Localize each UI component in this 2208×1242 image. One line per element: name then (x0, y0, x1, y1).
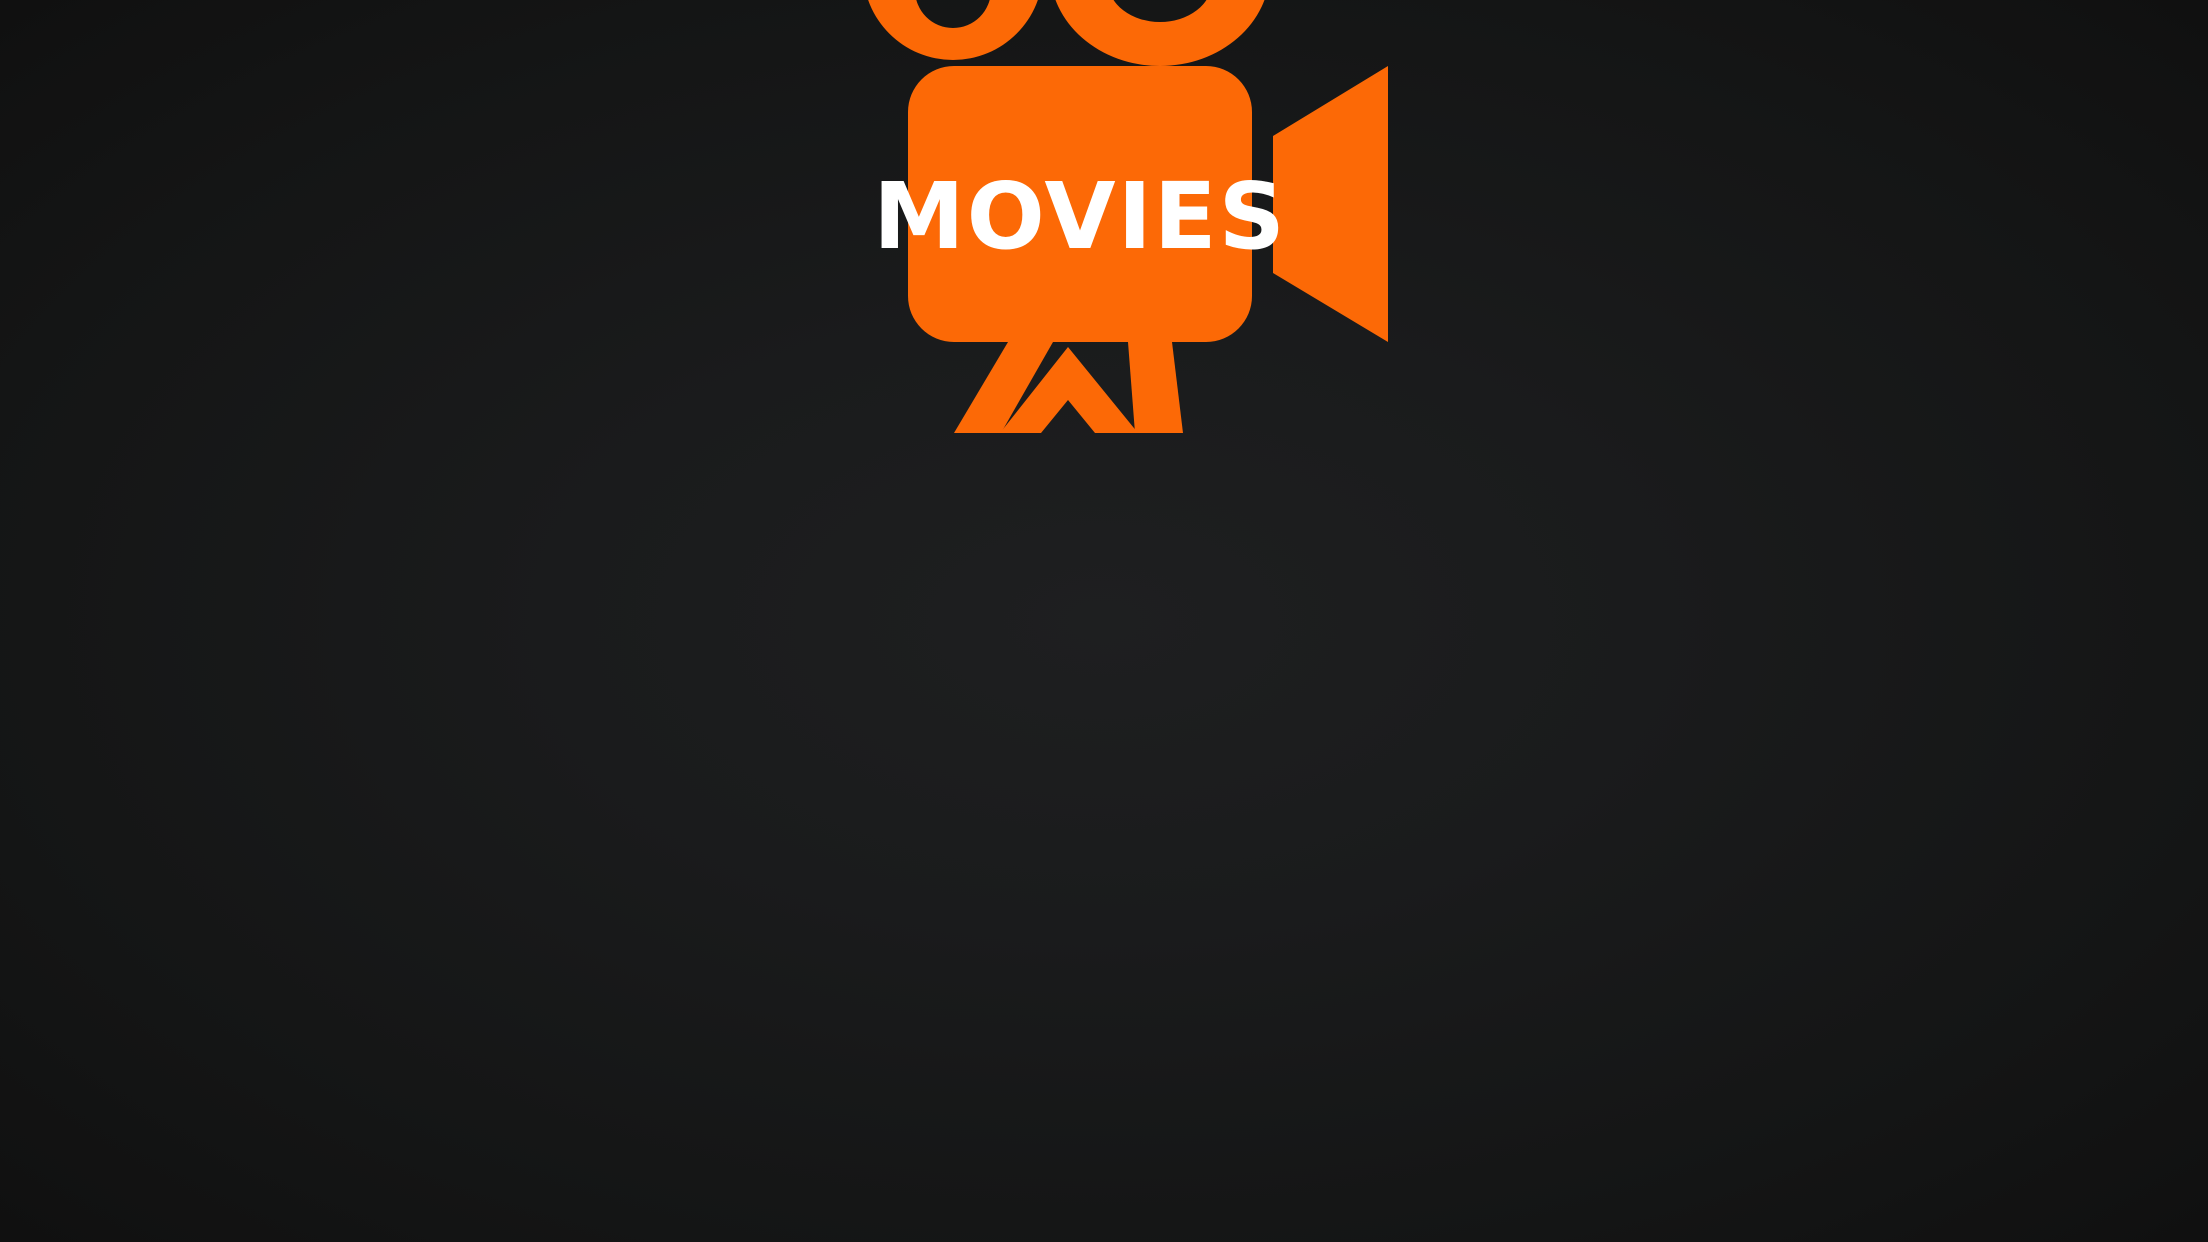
tripod-leg-right (1128, 342, 1183, 433)
logo-text: MOVIES (873, 163, 1287, 270)
film-reel-left (868, 0, 1038, 60)
camera-lens (1273, 66, 1388, 342)
app-logo: MOVIES (0, 0, 2208, 1242)
movie-camera-icon: MOVIES (868, 0, 1388, 433)
film-reel-right (1055, 0, 1265, 66)
splash-screen: MOVIES (0, 0, 2208, 1242)
